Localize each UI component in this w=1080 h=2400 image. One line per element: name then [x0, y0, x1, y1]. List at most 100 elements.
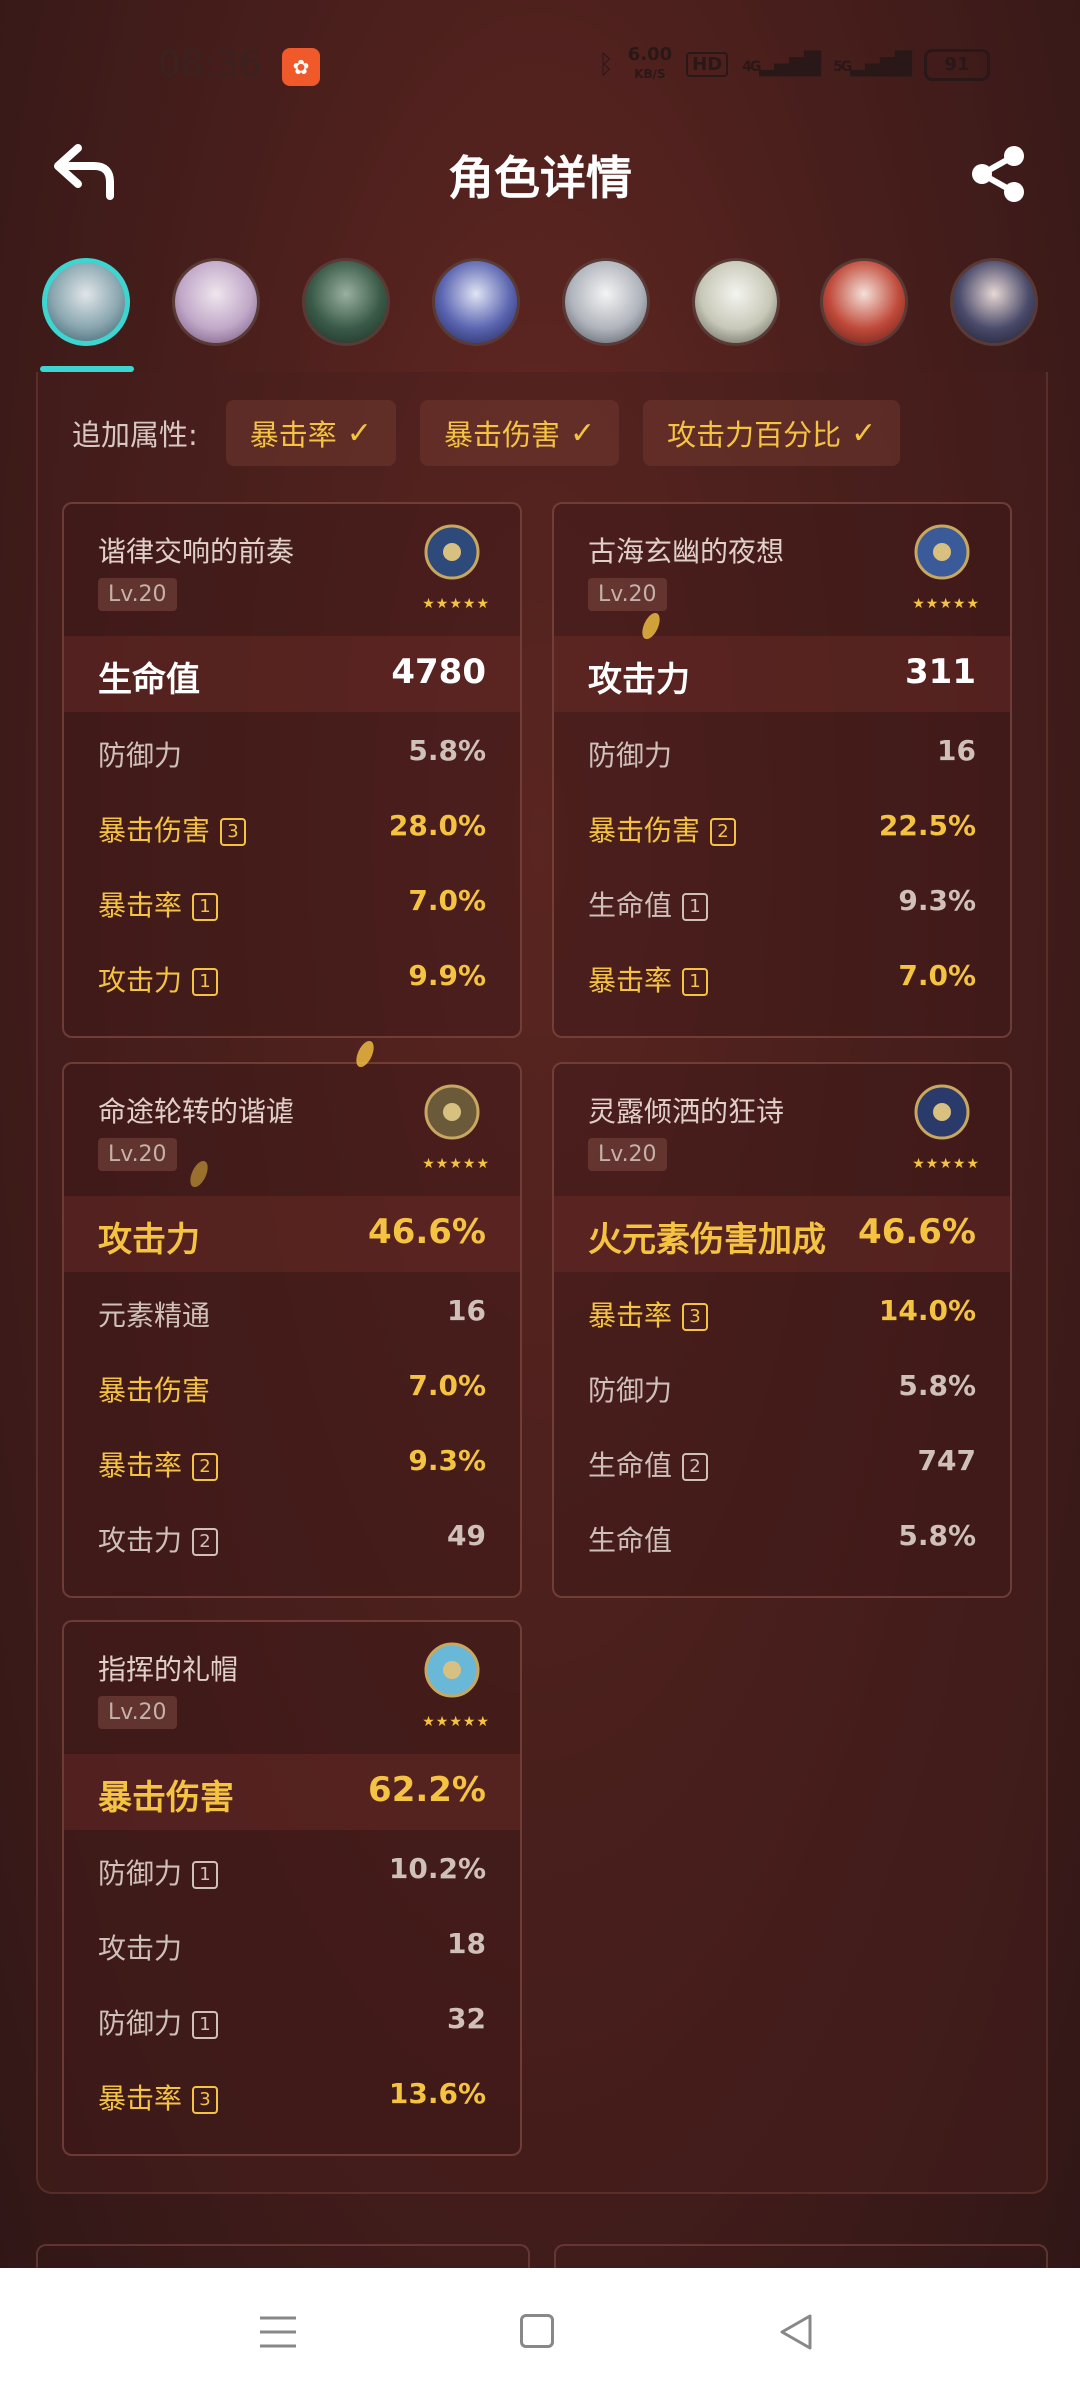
sub-stat-label: 防御力 — [588, 739, 673, 772]
sub-stat-label: 防御力 — [588, 1374, 673, 1407]
artifact-card[interactable]: 灵露倾洒的狂诗 Lv.20 ★★★★★ 火元素伤害加成 46.6% 暴击率 3 14.0% 防御… — [552, 1062, 1012, 1598]
sub-stat-label: 防御力 — [98, 2007, 183, 2040]
character-avatar[interactable] — [820, 258, 908, 346]
main-stat-name: 生命值 — [98, 660, 200, 700]
sub-stat: 防御力 5.8% — [554, 1355, 1010, 1415]
sub-stat-label: 攻击力 — [98, 964, 183, 997]
share-icon[interactable] — [968, 144, 1028, 204]
chip-label: 暴击伤害 — [443, 418, 560, 452]
sub-stat-value: 5.8% — [898, 1369, 976, 1402]
sub-stat-value: 13.6% — [388, 2077, 486, 2110]
bonus-chip-crit-damage[interactable]: 暴击伤害 ✓ — [419, 400, 620, 466]
sub-stat: 暴击伤害 3 28.0% — [64, 795, 520, 855]
rarity-stars: ★★★★★ — [422, 1714, 490, 1730]
bonus-chip-atk-percent[interactable]: 攻击力百分比 ✓ — [643, 400, 901, 466]
check-icon: ✓ — [851, 415, 877, 451]
chip-label: 攻击力百分比 — [667, 418, 842, 452]
main-stat-name: 攻击力 — [588, 660, 690, 700]
sub-stat-value: 22.5% — [878, 809, 976, 842]
upgrade-count-badge: 3 — [192, 2086, 219, 2114]
sub-stat-value: 5.8% — [898, 1519, 976, 1552]
character-avatar[interactable] — [950, 258, 1038, 346]
artifact-level: Lv.20 — [98, 1696, 177, 1729]
sub-stat-value: 16 — [447, 1294, 486, 1327]
artifact-name: 谐律交响的前奏 — [98, 535, 295, 568]
upgrade-count-badge: 3 — [682, 1303, 709, 1331]
page-title: 角色详情 — [448, 151, 632, 205]
character-avatar[interactable] — [172, 258, 260, 346]
sub-stat: 暴击率 1 7.0% — [64, 870, 520, 930]
artifact-name: 古海玄幽的夜想 — [588, 535, 785, 568]
sub-stat-value: 49 — [447, 1519, 486, 1552]
sub-stat-label: 元素精通 — [98, 1299, 211, 1332]
status-time: 08:36 — [158, 44, 262, 85]
upgrade-count-badge: 1 — [682, 968, 709, 996]
signal-5g-icon: 5G▂▄▆█ — [833, 52, 912, 77]
upgrade-count-badge: 1 — [192, 2011, 219, 2039]
sub-stat-value: 9.3% — [408, 1444, 486, 1477]
sub-stat: 攻击力 2 49 — [64, 1505, 520, 1565]
character-avatar[interactable] — [432, 258, 520, 346]
app-notification-icon: ✿ — [282, 48, 320, 86]
sub-stat: 暴击率 2 9.3% — [64, 1430, 520, 1490]
sub-stat-label: 攻击力 — [98, 1524, 183, 1557]
sub-stat-name: 暴击率 3 — [588, 1294, 709, 1334]
sub-stat: 攻击力 18 — [64, 1913, 520, 1973]
menu-icon[interactable] — [258, 2312, 298, 2352]
upgrade-count-badge: 1 — [192, 893, 219, 921]
artifact-icon — [424, 1084, 480, 1140]
sub-stat: 防御力 16 — [554, 720, 1010, 780]
sub-stat-name: 攻击力 2 — [98, 1519, 219, 1559]
upgrade-count-badge: 1 — [192, 968, 219, 996]
character-avatar-selected[interactable] — [42, 258, 130, 346]
rarity-stars: ★★★★★ — [912, 1156, 980, 1172]
sub-stat-label: 攻击力 — [98, 1932, 183, 1965]
signal-4g-icon: 4G▂▄▆█ — [742, 52, 821, 77]
speed-unit: KB/S — [634, 67, 666, 81]
status-bar: 08:36 ✿ ᛒ 6.00 KB/S HD 4G▂▄▆█ 5G▂▄▆█ 91 — [0, 38, 1080, 98]
rarity-stars: ★★★★★ — [912, 596, 980, 612]
upgrade-count-badge: 2 — [710, 818, 737, 846]
sub-stat-label: 生命值 — [588, 889, 673, 922]
bonus-chip-crit-rate[interactable]: 暴击率 ✓ — [225, 400, 396, 466]
home-icon[interactable] — [520, 2314, 554, 2348]
sub-stat-value: 747 — [917, 1444, 976, 1477]
artifact-level: Lv.20 — [98, 578, 177, 611]
speed-value: 6.00 — [627, 44, 673, 65]
nav-back-icon[interactable] — [776, 2312, 816, 2352]
sub-stat-label: 暴击伤害 — [98, 1374, 211, 1407]
sub-stat-value: 7.0% — [408, 884, 486, 917]
character-avatar[interactable] — [302, 258, 390, 346]
artifact-card[interactable]: 命途轮转的谐谑 Lv.20 ★★★★★ 攻击力 46.6% 元素精通 16 暴击伤害 7.0% 暴… — [62, 1062, 522, 1598]
chip-label: 暴击率 — [249, 418, 337, 452]
main-stat-value: 4780 — [391, 652, 486, 692]
battery-icon: 91 — [924, 48, 990, 81]
artifact-level: Lv.20 — [98, 1138, 177, 1171]
sub-stat-name: 生命值 — [588, 1519, 672, 1559]
character-avatar[interactable] — [692, 258, 780, 346]
sub-stat-label: 暴击率 — [588, 1299, 673, 1332]
sub-stat-name: 暴击率 1 — [588, 959, 709, 999]
artifact-card[interactable]: 古海玄幽的夜想 Lv.20 ★★★★★ 攻击力 311 防御力 16 暴击伤害 2 22.5% 生命… — [552, 502, 1012, 1038]
check-icon: ✓ — [346, 415, 372, 451]
artifact-icon — [914, 1084, 970, 1140]
upgrade-count-badge: 3 — [220, 818, 247, 846]
sub-stat-label: 生命值 — [588, 1524, 673, 1557]
check-icon: ✓ — [569, 415, 596, 451]
sub-stat-name: 生命值 2 — [588, 1444, 709, 1484]
artifact-card[interactable]: 谐律交响的前奏 Lv.20 ★★★★★ 生命值 4780 防御力 5.8% 暴击伤害 3 28.0… — [62, 502, 522, 1038]
main-stat: 攻击力 311 — [554, 636, 1010, 712]
status-icons: ᛒ 6.00 KB/S HD 4G▂▄▆█ 5G▂▄▆█ 91 — [598, 46, 990, 83]
artifact-card[interactable]: 指挥的礼帽 Lv.20 ★★★★★ 暴击伤害 62.2% 防御力 1 10.2% 攻击力 18 防御… — [62, 1620, 522, 2156]
sub-stat: 生命值 5.8% — [554, 1505, 1010, 1565]
system-nav-bar — [0, 2268, 1080, 2400]
character-avatar[interactable] — [562, 258, 650, 346]
upgrade-count-badge: 1 — [192, 1861, 219, 1889]
sub-stat: 暴击伤害 2 22.5% — [554, 795, 1010, 855]
main-stat: 火元素伤害加成 46.6% — [554, 1196, 1010, 1272]
sub-stat: 生命值 1 9.3% — [554, 870, 1010, 930]
sub-stat-value: 14.0% — [878, 1294, 976, 1327]
sub-stat-value: 7.0% — [898, 959, 976, 992]
artifact-name: 灵露倾洒的狂诗 — [588, 1095, 785, 1128]
sub-stat-label: 防御力 — [98, 739, 183, 772]
